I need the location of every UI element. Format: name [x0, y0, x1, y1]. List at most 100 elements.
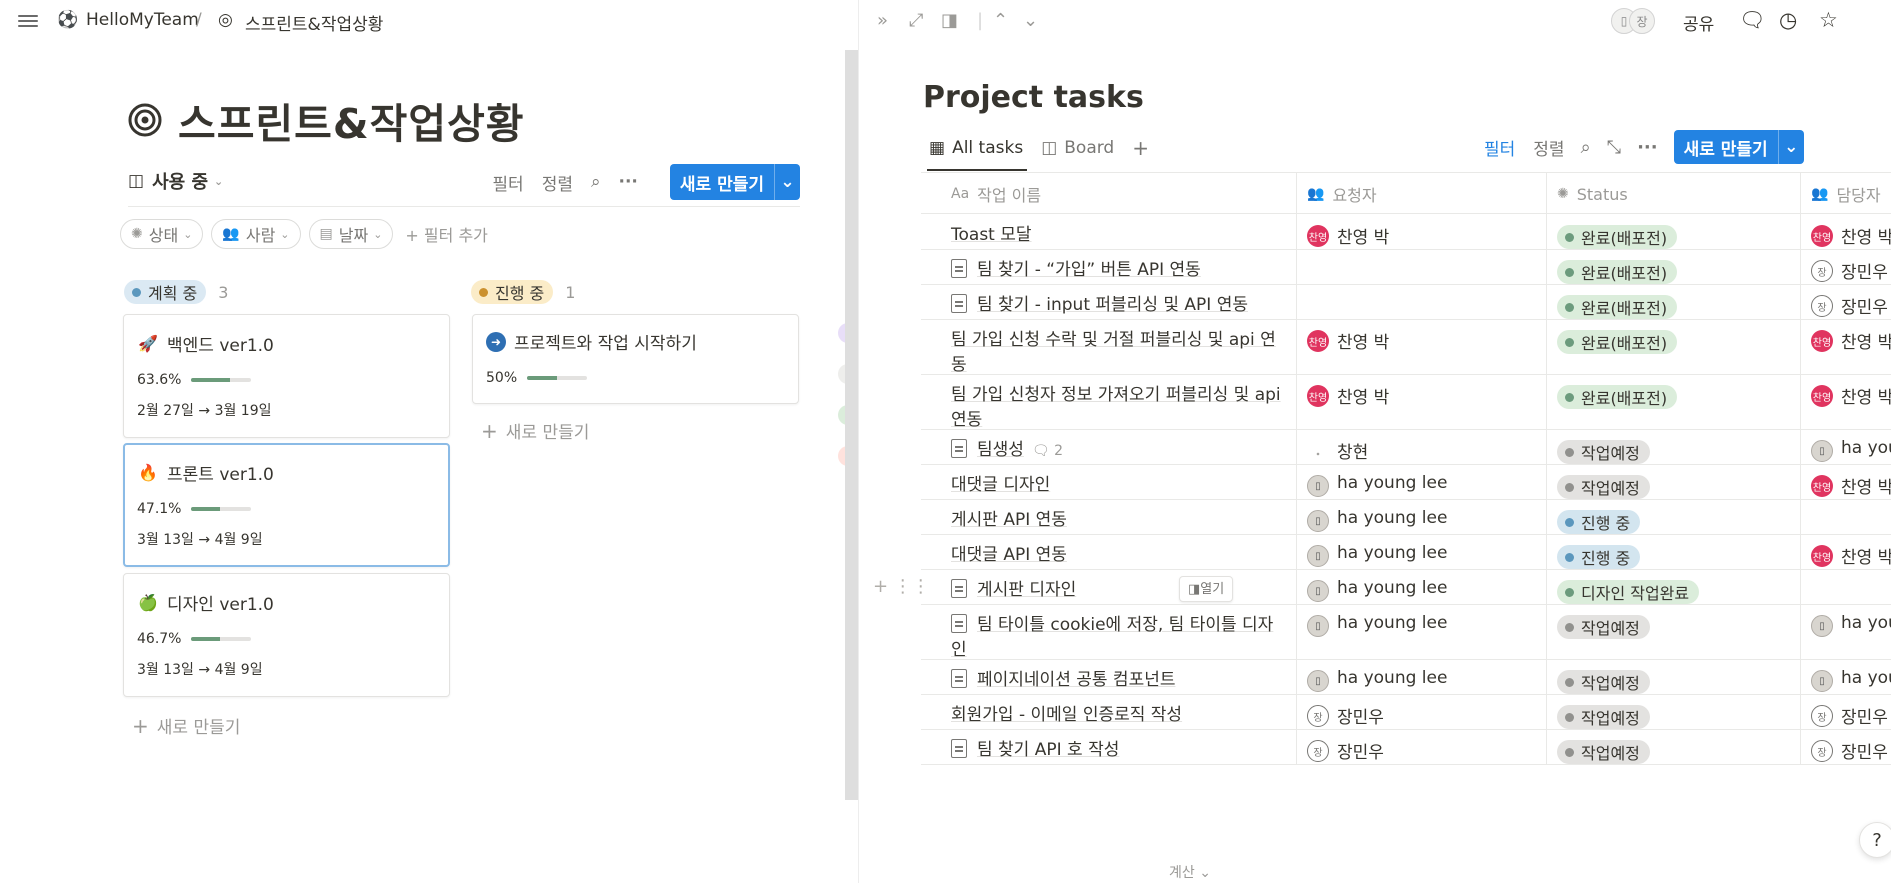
more-icon[interactable]: ··· [1637, 137, 1658, 158]
cell-requester[interactable]: ▯ ha young lee [1297, 535, 1547, 569]
search-icon[interactable]: ⌕ [1581, 137, 1591, 158]
cell-assignee[interactable]: ▯ ha young lee [1801, 430, 1891, 464]
cell-status[interactable]: 디자인 작업완료 [1547, 570, 1801, 604]
comment-icon[interactable]: 🗨 [1739, 8, 1766, 33]
table-row[interactable]: 팀 가입 신청자 정보 가져오기 퍼블리싱 및 api 연동 찬영 찬영 박 완료(배… [921, 375, 1891, 430]
cell-task-name[interactable]: Toast 모달 [921, 215, 1297, 249]
cell-status[interactable]: 작업예정 [1547, 660, 1801, 694]
cell-status[interactable]: 작업예정 [1547, 430, 1801, 464]
column-header-requester[interactable]: 👥 요청자 [1297, 173, 1547, 215]
chevron-down-icon[interactable]: ⌄ [774, 164, 800, 200]
tab-all-tasks[interactable]: ▦ All tasks [929, 138, 1023, 158]
cell-status[interactable]: 완료(배포전) [1547, 375, 1801, 429]
cell-requester[interactable]: 장 장민우 [1297, 695, 1547, 729]
table-row[interactable]: 팀 타이틀 cookie에 저장, 팀 타이틀 디자인 ▯ ha young lee… [921, 605, 1891, 660]
cell-assignee[interactable]: 장 장민우 [1801, 695, 1891, 729]
column-header-status[interactable]: ✺ Status [1547, 173, 1801, 215]
cell-status[interactable]: 작업예정 [1547, 730, 1801, 764]
cell-status[interactable]: 완료(배포전) [1547, 250, 1801, 284]
open-page-button[interactable]: ◨ 열기 [1179, 576, 1234, 602]
cell-assignee[interactable] [1801, 570, 1891, 604]
cell-requester[interactable]: ▯ ha young lee [1297, 605, 1547, 659]
cell-assignee[interactable]: ▯ ha young lee [1801, 660, 1891, 694]
cell-task-name[interactable]: 팀 찾기 API 호 작성 [921, 730, 1297, 764]
cell-task-name[interactable]: 회원가입 - 이메일 인증로직 작성 [921, 695, 1297, 729]
cell-assignee[interactable]: ▯ ha young lee [1801, 605, 1891, 659]
table-row[interactable]: 게시판 API 연동 ▯ ha young lee 진행 중 [921, 500, 1891, 535]
cell-status[interactable]: 진행 중 [1547, 500, 1801, 534]
tab-board[interactable]: ◫ Board [1041, 138, 1114, 158]
add-filter-button[interactable]: + 필터 추가 [405, 222, 487, 246]
cell-task-name[interactable]: 팀 타이틀 cookie에 저장, 팀 타이틀 디자인 [921, 605, 1297, 660]
cell-status[interactable]: 완료(배포전) [1547, 320, 1801, 374]
history-icon[interactable]: ◷ [1779, 8, 1797, 32]
breadcrumb-workspace[interactable]: HelloMyTeam [86, 10, 199, 30]
expand-icon[interactable]: ⤢ [909, 10, 923, 31]
cell-task-name[interactable]: 게시판 API 연동 [921, 500, 1297, 534]
help-button[interactable]: ? [1859, 822, 1891, 858]
table-row[interactable]: + ⋮⋮ 게시판 디자인 ◨ 열기 ▯ ha young lee 디자인 작업완료 [873, 570, 1891, 605]
cell-task-name[interactable]: 대댓글 디자인 [921, 465, 1297, 499]
breadcrumb-page[interactable]: 스프린트&작업상황 [245, 10, 383, 35]
cell-assignee[interactable]: 장 장민우 [1801, 730, 1891, 764]
cell-status[interactable]: 완료(배포전) [1547, 285, 1801, 319]
filter-chip-date[interactable]: ▤ 날짜 ⌄ [308, 219, 394, 249]
star-icon[interactable]: ☆ [1819, 8, 1838, 32]
more-icon[interactable]: ··· [619, 172, 638, 192]
table-row[interactable]: 팀 찾기 - input 퍼블리싱 및 API 연동 완료(배포전) 장 장민우 [921, 285, 1891, 320]
cell-requester[interactable]: ▯ ha young lee [1297, 465, 1547, 499]
cell-requester[interactable]: ▯ ha young lee [1297, 660, 1547, 694]
cell-requester[interactable]: ▯ ha young lee [1297, 500, 1547, 534]
filter-button[interactable]: 필터 [492, 170, 523, 195]
side-peek-icon[interactable]: ◨ [941, 10, 958, 31]
share-button[interactable]: 공유 [1683, 10, 1714, 35]
cell-task-name[interactable]: 팀 가입 신청자 정보 가져오기 퍼블리싱 및 api 연동 [921, 375, 1297, 430]
filter-chip-status[interactable]: ✺ 상태 ⌄ [120, 219, 204, 249]
filter-button[interactable]: 필터 [1484, 135, 1515, 160]
table-row[interactable]: 회원가입 - 이메일 인증로직 작성 장 장민우 작업예정 장 장민우 [921, 695, 1891, 730]
new-button[interactable]: 새로 만들기 ⌄ [669, 164, 800, 200]
column-header-assignee[interactable]: 👥 담당자 [1801, 173, 1891, 215]
collaborator-avatars[interactable]: ▯ 장 [1611, 8, 1655, 34]
cell-task-name[interactable]: 페이지네이션 공통 컴포넌트 [921, 660, 1297, 694]
add-view-button[interactable]: + [1132, 136, 1149, 160]
table-row[interactable]: 팀 찾기 API 호 작성 장 장민우 작업예정 장 장민우 [921, 730, 1891, 765]
cell-requester[interactable] [1297, 285, 1547, 319]
cell-requester[interactable]: 찬영 찬영 박 [1297, 375, 1547, 429]
cell-task-name[interactable]: 게시판 디자인 ◨ 열기 [921, 570, 1297, 604]
chevron-up-icon[interactable]: ⌃ [993, 10, 1008, 31]
cell-status[interactable]: 완료(배포전) [1547, 215, 1801, 249]
table-row[interactable]: 팀 가입 신청 수락 및 거절 퍼블리싱 및 api 연동 찬영 찬영 박 완료(배포… [921, 320, 1891, 375]
cell-status[interactable]: 진행 중 [1547, 535, 1801, 569]
chevron-down-icon[interactable]: ⌄ [1023, 10, 1038, 31]
menu-icon[interactable] [18, 12, 38, 30]
board-card[interactable]: 🍏 디자인 ver1.0 46.7% 3월 13일 → 4월 9일 [123, 573, 450, 697]
pane-resize-handle[interactable] [845, 50, 858, 800]
cell-assignee[interactable]: 찬영 찬영 박 [1801, 375, 1891, 429]
sort-button[interactable]: 정렬 [1533, 135, 1564, 160]
sort-button[interactable]: 정렬 [542, 170, 573, 195]
cell-requester[interactable]: ▯ ha young lee [1297, 570, 1547, 604]
cell-task-name[interactable]: 팀 찾기 - “가입” 버튼 API 연동 [921, 250, 1297, 284]
group-header-in-progress[interactable]: 진행 중 1 [471, 280, 575, 304]
table-row[interactable]: 대댓글 API 연동 ▯ ha young lee 진행 중 찬영 찬영 박 [921, 535, 1891, 570]
expand-icon[interactable]: ⤡ [1607, 137, 1621, 158]
cell-task-name[interactable]: 팀 찾기 - input 퍼블리싱 및 API 연동 [921, 285, 1297, 319]
cell-assignee[interactable]: 찬영 찬영 박 [1801, 215, 1891, 249]
cell-task-name[interactable]: 팀 가입 신청 수락 및 거절 퍼블리싱 및 api 연동 [921, 320, 1297, 375]
cell-assignee[interactable]: 장 장민우 [1801, 285, 1891, 319]
cell-assignee[interactable]: 찬영 찬영 박 [1801, 465, 1891, 499]
calculate-button[interactable]: 계산 ⌄ [1169, 862, 1211, 882]
search-icon[interactable]: ⌕ [591, 172, 601, 192]
table-row[interactable]: 팀생성 🗨 2 𝆺 창현 작업예정 ▯ ha young lee [921, 430, 1891, 465]
cell-task-name[interactable]: 대댓글 API 연동 [921, 535, 1297, 569]
new-button[interactable]: 새로 만들기 ⌄ [1673, 130, 1804, 164]
cell-task-name[interactable]: 팀생성 🗨 2 [921, 430, 1297, 464]
cell-assignee[interactable]: 장 장민우 [1801, 250, 1891, 284]
cell-assignee[interactable]: 찬영 찬영 박 [1801, 320, 1891, 374]
view-tab-active[interactable]: ◫ 사용 중 ⌄ [128, 168, 223, 194]
table-row[interactable]: 페이지네이션 공통 컴포넌트 ▯ ha young lee 작업예정 ▯ ha young… [921, 660, 1891, 695]
new-card-button[interactable]: + 새로 만들기 [132, 713, 240, 739]
new-card-button[interactable]: + 새로 만들기 [481, 418, 589, 444]
table-row[interactable]: Toast 모달 찬영 찬영 박 완료(배포전) 찬영 찬영 박 [921, 215, 1891, 250]
